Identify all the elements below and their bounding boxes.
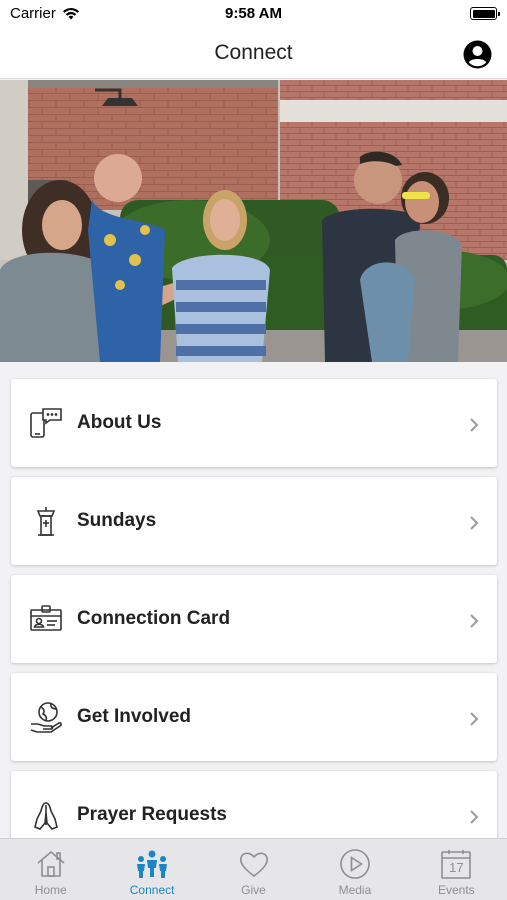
menu-item-label: About Us: [77, 412, 162, 433]
tab-bar: Home Connect Give Media 17 Events: [0, 838, 507, 900]
play-circle-icon: [338, 847, 372, 881]
chevron-right-icon: [470, 418, 479, 432]
menu-item-label: Sundays: [77, 510, 157, 531]
menu-item-label: Prayer Requests: [77, 804, 227, 825]
menu-item-label: Get Involved: [77, 706, 192, 727]
tab-label: Give: [241, 883, 266, 897]
tab-label: Events: [437, 883, 475, 897]
praying-hands-icon: [29, 799, 63, 831]
menu-item-connection-card[interactable]: Connection Card: [11, 575, 497, 663]
tab-events[interactable]: 17 Events: [406, 839, 507, 900]
calendar-day: 17: [449, 860, 464, 875]
globe-hand-icon: [29, 701, 63, 733]
user-circle-icon[interactable]: [463, 40, 492, 69]
heart-icon: [237, 847, 271, 881]
people-icon: [135, 847, 169, 881]
chevron-right-icon: [470, 614, 479, 628]
phone-chat-icon: [29, 407, 63, 439]
page-title: Connect: [214, 41, 293, 64]
chevron-right-icon: [470, 516, 479, 530]
hero-image: [0, 80, 507, 362]
menu-item-prayer-requests[interactable]: Prayer Requests: [11, 771, 497, 838]
battery-icon: [470, 7, 500, 20]
menu-item-get-involved[interactable]: Get Involved: [11, 673, 497, 761]
home-icon: [34, 847, 68, 881]
menu-list: About Us Sundays Connection Card Get Inv…: [0, 362, 507, 838]
chevron-right-icon: [470, 810, 479, 824]
tab-label: Media: [338, 883, 372, 897]
navigation-bar: Connect: [0, 30, 507, 79]
menu-item-about-us[interactable]: About Us: [11, 379, 497, 467]
tab-label: Connect: [129, 883, 175, 897]
id-card-icon: [29, 603, 63, 635]
tab-label: Home: [34, 883, 67, 897]
chevron-right-icon: [470, 712, 479, 726]
menu-item-label: Connection Card: [77, 608, 231, 629]
group-photo: [0, 80, 507, 362]
tab-connect[interactable]: Connect: [101, 839, 202, 900]
status-bar: Carrier 9:58 AM: [0, 0, 507, 30]
tab-media[interactable]: Media: [304, 839, 405, 900]
menu-item-sundays[interactable]: Sundays: [11, 477, 497, 565]
tab-home[interactable]: Home: [0, 839, 101, 900]
tab-give[interactable]: Give: [203, 839, 304, 900]
status-time: 9:58 AM: [225, 5, 282, 22]
calendar-icon: 17: [439, 847, 473, 881]
pulpit-icon: [29, 505, 63, 537]
